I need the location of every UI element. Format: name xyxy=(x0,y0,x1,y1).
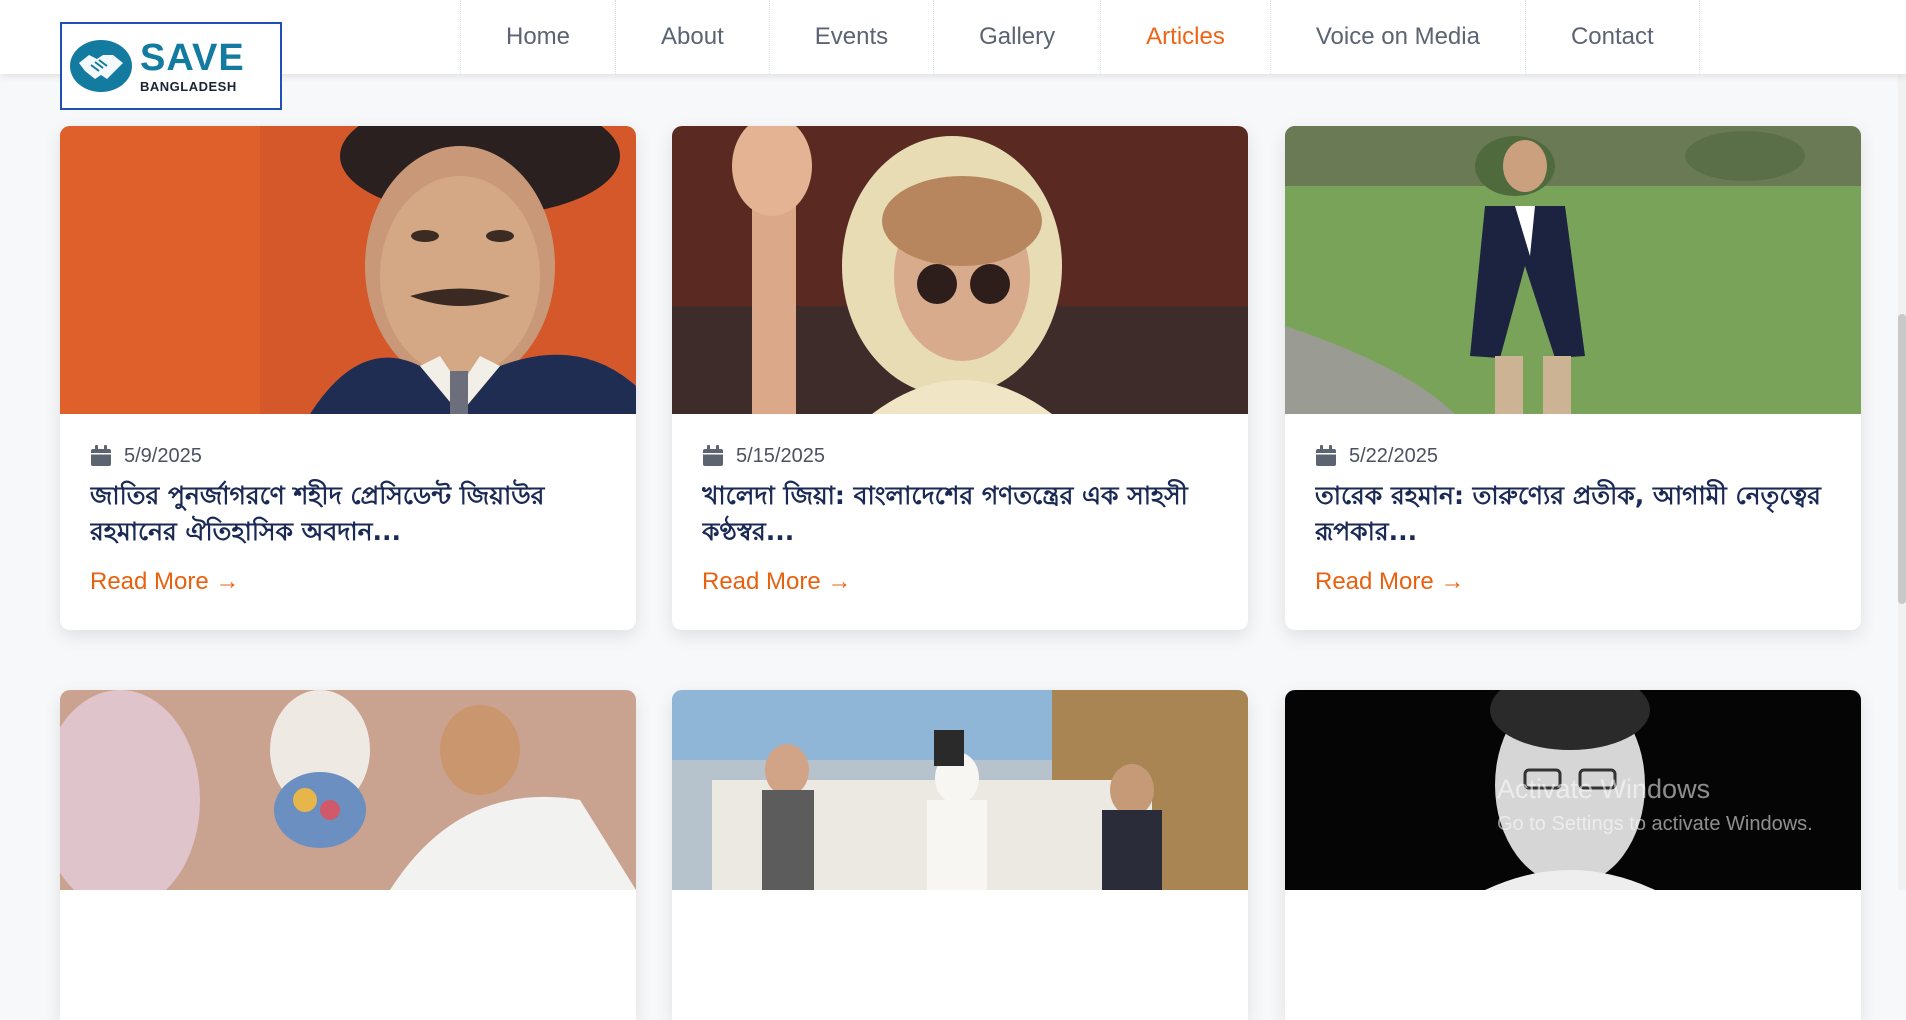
nav-about[interactable]: About xyxy=(615,0,770,74)
top-navbar: Home About Events Gallery Articles Voice… xyxy=(0,0,1906,74)
site-logo[interactable]: SAVE BANGLADESH xyxy=(60,22,282,110)
article-body-3: 5/22/2025 তারেক রহমান: তারুণ্যের প্রতীক,… xyxy=(1285,414,1861,596)
article-image-1[interactable] xyxy=(60,126,636,414)
logo-text: SAVE BANGLADESH xyxy=(140,39,245,93)
article-image-3[interactable] xyxy=(1285,126,1861,414)
read-more-link[interactable]: Read More → xyxy=(1315,568,1464,596)
article-card-2[interactable]: 5/15/2025 খালেদা জিয়া: বাংলাদেশের গণতন্… xyxy=(672,126,1248,630)
article-body-1: 5/9/2025 জাতির পুনর্জাগরণে শহীদ প্রেসিডে… xyxy=(60,414,636,596)
article-card-6[interactable] xyxy=(1285,690,1861,1020)
article-body-2: 5/15/2025 খালেদা জিয়া: বাংলাদেশের গণতন্… xyxy=(672,414,1248,596)
article-card-1[interactable]: 5/9/2025 জাতির পুনর্জাগরণে শহীদ প্রেসিডে… xyxy=(60,126,636,630)
nav-voice-on-media[interactable]: Voice on Media xyxy=(1269,0,1526,74)
nav-gallery[interactable]: Gallery xyxy=(933,0,1102,74)
nav-contact[interactable]: Contact xyxy=(1524,0,1700,74)
nav-home[interactable]: Home xyxy=(460,0,617,74)
nav-events[interactable]: Events xyxy=(768,0,935,74)
article-date: 5/22/2025 xyxy=(1349,444,1438,467)
article-image-4[interactable] xyxy=(60,690,636,890)
date-row: 5/9/2025 xyxy=(90,444,606,468)
article-image-2[interactable] xyxy=(672,126,1248,414)
page-scrollbar[interactable] xyxy=(1898,74,1906,890)
article-title[interactable]: তারেক রহমান: তারুণ্যের প্রতীক, আগামী নেত… xyxy=(1315,478,1831,550)
scrollbar-thumb[interactable] xyxy=(1898,314,1906,604)
article-card-4[interactable] xyxy=(60,690,636,1020)
article-title[interactable]: জাতির পুনর্জাগরণে শহীদ প্রেসিডেন্ট জিয়া… xyxy=(90,478,606,550)
article-card-5[interactable] xyxy=(672,690,1248,1020)
article-date: 5/15/2025 xyxy=(736,444,825,467)
article-image-5[interactable] xyxy=(672,690,1248,890)
article-date: 5/9/2025 xyxy=(124,444,202,467)
article-image-6[interactable] xyxy=(1285,690,1861,890)
handshake-icon xyxy=(70,40,132,92)
date-row: 5/22/2025 xyxy=(1315,444,1831,468)
read-more-link[interactable]: Read More → xyxy=(702,568,851,596)
calendar-icon xyxy=(703,445,723,466)
article-card-3[interactable]: 5/22/2025 তারেক রহমান: তারুণ্যের প্রতীক,… xyxy=(1285,126,1861,630)
logo-title: SAVE xyxy=(140,37,245,79)
calendar-icon xyxy=(1316,445,1336,466)
nav-articles[interactable]: Articles xyxy=(1100,0,1271,74)
logo-subtitle: BANGLADESH xyxy=(140,79,237,94)
date-row: 5/15/2025 xyxy=(702,444,1218,468)
article-title[interactable]: খালেদা জিয়া: বাংলাদেশের গণতন্ত্রের এক স… xyxy=(702,478,1218,550)
read-more-link[interactable]: Read More → xyxy=(90,568,239,596)
nav-links: Home About Events Gallery Articles Voice… xyxy=(460,0,1700,74)
calendar-icon xyxy=(91,445,111,466)
